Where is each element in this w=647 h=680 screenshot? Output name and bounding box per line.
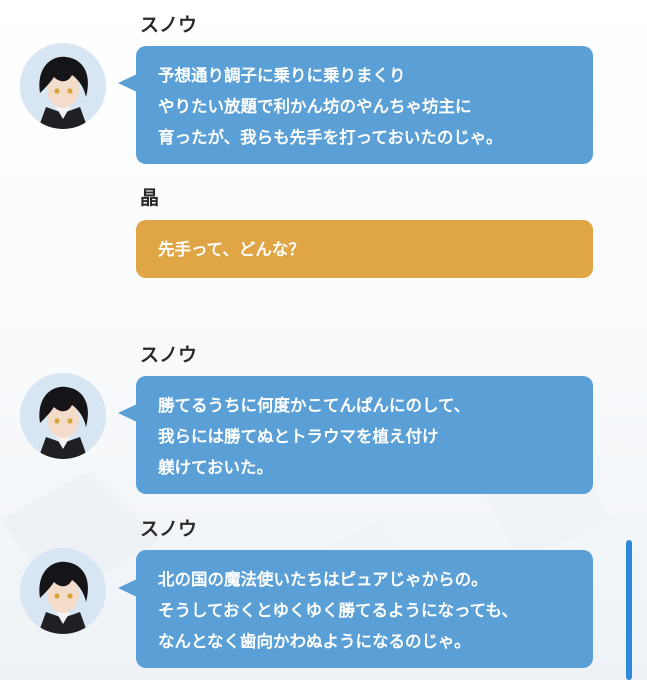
bubble-text-line: 育ったが、我らも先手を打っておいたのじゃ。 bbox=[158, 128, 503, 147]
bubble-tail bbox=[118, 404, 137, 422]
scrollbar-thumb[interactable] bbox=[626, 540, 632, 680]
speech-bubble: 先手って、どんな？ bbox=[136, 220, 593, 278]
speech-bubble: 勝てるうちに何度かこてんぱんにのして、 我らには勝てぬとトラウマを植え付け 躾け… bbox=[136, 376, 593, 494]
bubble-text-line: 北の国の魔法使いたちはピュアじゃからの。 bbox=[158, 570, 488, 589]
bubble-tail bbox=[118, 74, 137, 92]
bubble-text-line: やりたい放題で利かん坊のやんちゃ坊主に bbox=[158, 97, 472, 116]
speaker-name: スノウ bbox=[140, 14, 198, 36]
speech-bubble: 北の国の魔法使いたちはピュアじゃからの。 そうしておくとゆくゆく勝てるようになっ… bbox=[136, 550, 593, 668]
bubble-text-line: 先手って、どんな？ bbox=[158, 240, 305, 259]
bubble-text-line: 躾けておいた。 bbox=[158, 458, 274, 477]
bubble-text-line: なんとなく歯向かわぬようになるのじゃ。 bbox=[158, 632, 471, 651]
speaker-name: 晶 bbox=[140, 187, 160, 209]
bubble-text-line: 我らには勝てぬとトラウマを植え付け bbox=[158, 427, 439, 446]
bubble-text-line: 予想通り調子に乗りに乗りまくり bbox=[158, 66, 406, 85]
character-avatar-icon bbox=[20, 373, 106, 459]
bubble-tail bbox=[118, 579, 137, 597]
bubble-text-line: 勝てるうちに何度かこてんぱんにのして、 bbox=[158, 396, 471, 415]
speaker-name: スノウ bbox=[140, 344, 198, 366]
speaker-name: スノウ bbox=[140, 518, 198, 540]
character-avatar-icon bbox=[20, 43, 106, 129]
character-avatar-icon bbox=[20, 548, 106, 634]
speech-bubble: 予想通り調子に乗りに乗りまくり やりたい放題で利かん坊のやんちゃ坊主に 育ったが… bbox=[136, 46, 593, 164]
bubble-text-line: そうしておくとゆくゆく勝てるようになっても、 bbox=[158, 601, 518, 620]
